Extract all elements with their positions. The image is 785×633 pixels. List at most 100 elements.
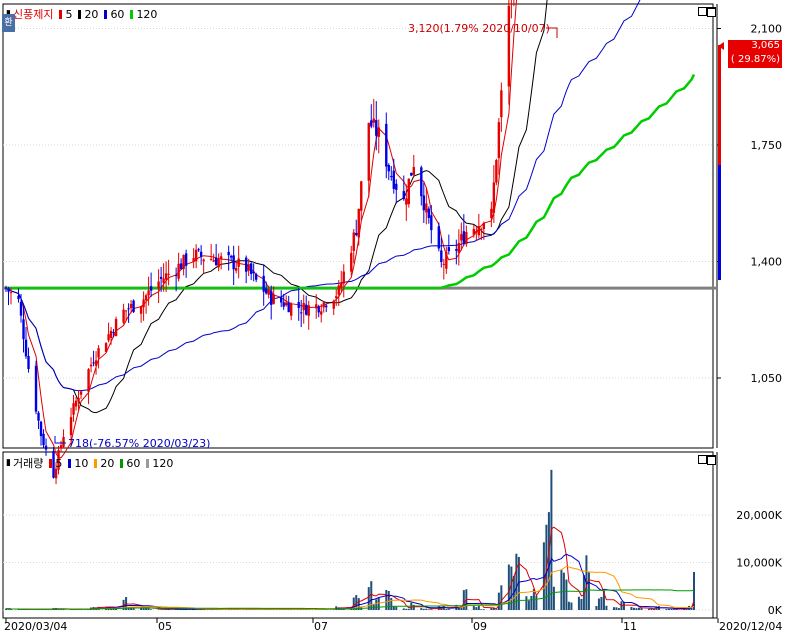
candle-body [194, 249, 198, 262]
volume-bar [425, 608, 428, 610]
candle-body [372, 118, 375, 123]
volume-bar [667, 609, 670, 610]
price-ma60-legend: 60 [100, 8, 124, 21]
volume-bar [640, 608, 643, 610]
volume-bar [497, 592, 500, 610]
candle-body [249, 263, 253, 274]
x-tick-label: 07 [314, 620, 328, 633]
volume-bar [475, 607, 478, 610]
candle-body [182, 254, 185, 270]
volume-bar [647, 608, 650, 610]
price-panel-minimize-button[interactable] [698, 7, 707, 16]
candle-body [377, 127, 380, 137]
candle-body [410, 172, 413, 176]
candle-body [477, 226, 481, 236]
price-title: 신풍제지 [12, 8, 54, 21]
volume-bar [615, 607, 618, 610]
candle-body [174, 275, 178, 277]
candle-body [302, 302, 305, 311]
candle-body [269, 290, 273, 305]
volume-bar [390, 597, 393, 610]
candle-body [445, 251, 448, 269]
volume-bar [402, 608, 405, 610]
candle-body [287, 302, 290, 313]
candle-body [72, 403, 75, 415]
candle-body [375, 120, 378, 136]
candle-body [395, 183, 398, 190]
candle-body [342, 271, 345, 284]
candle-body [442, 263, 446, 265]
volume-bar [445, 609, 448, 610]
price-panel-maximize-button[interactable] [707, 7, 716, 17]
candle-body [335, 296, 338, 299]
candle-body [22, 319, 25, 340]
volume-bar [605, 605, 608, 610]
volume-bar [150, 609, 153, 610]
candle-body [325, 305, 328, 308]
volume-bar [375, 599, 378, 610]
candle-body [357, 208, 360, 238]
candle-body [9, 292, 13, 294]
candle-body [367, 122, 370, 181]
candle-body [109, 330, 113, 338]
volume-bar [407, 608, 410, 610]
candle-body [104, 343, 108, 352]
volume-bar [420, 608, 423, 610]
candle-body [427, 208, 431, 218]
candle-body [495, 160, 498, 183]
volume-panel-minimize-button[interactable] [698, 455, 707, 464]
candle-body [62, 437, 65, 447]
volume-bar [632, 607, 635, 610]
volume-bar [510, 566, 513, 610]
candle-body [332, 301, 335, 309]
candle-body [322, 302, 325, 308]
volume-bar [652, 608, 655, 610]
volume-bar [447, 609, 450, 610]
candle-body [112, 332, 115, 334]
candle-body [149, 286, 153, 291]
candle-body [139, 306, 143, 314]
candle-body [317, 306, 320, 313]
candle-body [500, 90, 503, 118]
price-ma120-legend: 120 [126, 8, 157, 21]
volume-bar [525, 596, 528, 610]
candle-body [69, 417, 73, 436]
candle-body [167, 273, 170, 275]
volume-bar [157, 609, 160, 610]
candle-body [455, 249, 458, 251]
current-change-tag: ( 29.87%) [728, 54, 782, 68]
candle-body [402, 191, 405, 200]
price-y-tick-label: 1,400 [751, 256, 783, 269]
volume-panel-maximize-button[interactable] [707, 455, 716, 465]
volume-bar [600, 596, 603, 610]
price-y-tick-label: 1,050 [751, 372, 783, 385]
candle-body [24, 339, 28, 357]
volume-bar [535, 595, 538, 610]
candle-body [197, 249, 200, 251]
candle-body [315, 304, 318, 309]
candle-body [385, 123, 388, 167]
volume-ma120-legend: 120 [142, 457, 173, 470]
candle-body [19, 302, 23, 316]
price-y-tick-label: 2,100 [751, 23, 783, 36]
volume-ma20-legend: 20 [90, 457, 114, 470]
volume-ma5-label: 5 [55, 456, 63, 470]
volume-legend: ▮ 거래량 5 10 20 60 120 [6, 455, 173, 471]
volume-bar [472, 606, 475, 610]
candle-body [387, 165, 390, 172]
candle-body [480, 229, 483, 231]
candle-body [285, 302, 288, 306]
volume-ma5-legend: 5 [45, 457, 62, 470]
volume-bar [430, 609, 433, 610]
candle-body [244, 257, 248, 272]
volume-bar [672, 609, 675, 610]
volume-bar [635, 608, 638, 610]
candle-body [472, 228, 476, 235]
chart-settings-icon[interactable]: 환 [2, 14, 15, 32]
volume-bar [367, 587, 370, 610]
candle-body [482, 222, 486, 230]
candle-body [59, 445, 63, 449]
candle-body [42, 433, 45, 446]
candle-body [280, 297, 283, 303]
volume-bar [395, 606, 398, 610]
